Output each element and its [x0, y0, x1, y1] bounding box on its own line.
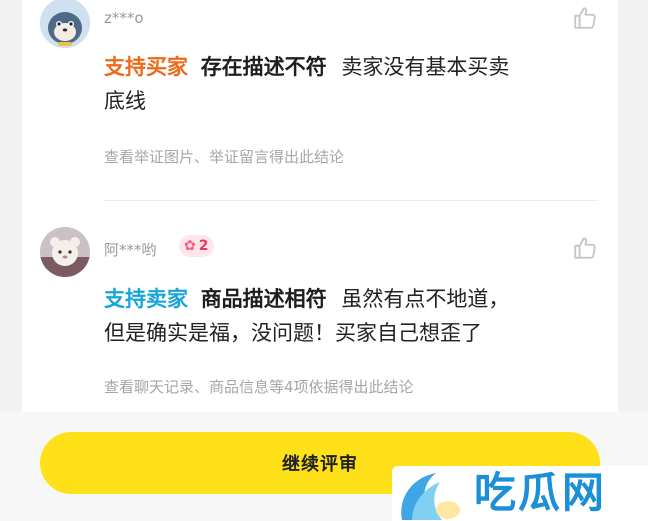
badge-count: 2	[198, 238, 209, 254]
reason-text: 但是确实是福，没问题！买家自己想歪了	[104, 321, 482, 345]
support-side-label: 支持卖家	[104, 287, 188, 311]
watermark-text: 吃瓜网	[474, 468, 607, 517]
reason-text: 卖家没有基本买卖	[341, 55, 510, 79]
divider	[104, 200, 598, 201]
seal-avatar-icon	[40, 0, 90, 48]
evidence-note: 查看聊天记录、商品信息等4项依据得出此结论	[104, 378, 414, 396]
reason-text: 底线	[104, 89, 146, 113]
verdict-label: 存在描述不符	[200, 55, 327, 79]
thumbs-up-icon	[574, 237, 596, 259]
comment-item: 阿***哟 ✿ 2 支持卖家 商品描述相符 虽然有点不地道， 但是确实是福，没问…	[22, 220, 618, 410]
watermark-logo: 吃瓜网	[392, 466, 648, 521]
like-button[interactable]	[572, 5, 598, 31]
flower-icon: ✿	[184, 238, 196, 254]
evidence-note: 查看举证图片、举证留言得出此结论	[104, 148, 345, 166]
avatar[interactable]	[40, 227, 90, 277]
review-comments-card: z***o 支持买家 存在描述不符 卖家没有基本买卖 底线 查看举证图片、举证留…	[22, 0, 618, 412]
username: 阿***哟	[104, 241, 157, 259]
support-side-label: 支持买家	[104, 55, 188, 79]
thumbs-up-icon	[574, 7, 596, 29]
like-button[interactable]	[572, 235, 598, 261]
verdict-label: 商品描述相符	[200, 287, 327, 311]
comment-item: z***o 支持买家 存在描述不符 卖家没有基本买卖 底线 查看举证图片、举证留…	[22, 0, 618, 201]
comment-text: 支持卖家 商品描述相符 虽然有点不地道， 但是确实是福，没问题！买家自己想歪了	[104, 282, 594, 350]
watermelon-logo-icon	[401, 473, 460, 520]
bear-avatar-icon	[40, 227, 90, 277]
username: z***o	[104, 9, 144, 27]
comment-text: 支持买家 存在描述不符 卖家没有基本买卖 底线	[104, 50, 594, 118]
reason-text: 虽然有点不地道，	[341, 287, 510, 311]
avatar[interactable]	[40, 0, 90, 48]
reviewer-level-badge: ✿ 2	[179, 235, 215, 257]
